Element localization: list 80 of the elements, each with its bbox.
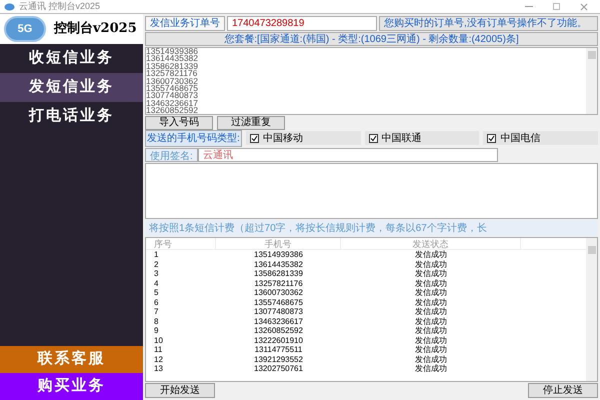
phone-number: 13557468675 (146, 85, 200, 92)
list-button[interactable]: 导入号码 (145, 116, 213, 130)
table-cell-text: 13114775511 (254, 345, 304, 354)
table-cell-text: 发信成功 (414, 354, 448, 364)
carrier-checkbox[interactable]: 中国移动 (246, 131, 361, 145)
scrollbar[interactable] (586, 48, 597, 114)
table-cell-text: 13077480873 (253, 307, 304, 316)
checkmark-icon (370, 134, 377, 142)
table-cell-text: 发信成功 (414, 336, 448, 345)
table-cell-text: 11 (153, 345, 164, 354)
number-list-box[interactable]: 13514939386 13614435382 13586281339 13257821176 13600730362 13557468675 13077480873 13463236617 13260852592 (145, 47, 598, 115)
table-cell-text: 13257821176 (253, 278, 304, 288)
phone-number: 13463236617 (146, 100, 200, 108)
cloud-icon (4, 2, 15, 11)
phone-number: 13260852592 (146, 107, 200, 114)
table-cell-text: 13921293552 (253, 354, 304, 364)
table-cell-text: 1 (153, 250, 160, 260)
table-cell-text: 发信成功 (414, 326, 448, 336)
table-cell-text: 13260852592 (253, 326, 304, 336)
sidebar-item[interactable]: 发短信业务 (0, 73, 143, 102)
signature-label: 使用签名: (145, 148, 198, 162)
phone-number: 13077480873 (146, 92, 200, 100)
table-cell-text: 13202750761 (253, 364, 304, 374)
table-cell-text: 发信成功 (414, 307, 448, 316)
phone-number: 13586281339 (146, 62, 200, 70)
message-field[interactable] (145, 163, 598, 219)
window-title: 云通讯 控制台v2025 (19, 0, 102, 13)
signature-field[interactable]: 云通讯 (198, 148, 498, 162)
table-cell-text: 发信成功 (414, 260, 448, 269)
phone-number: 13600730362 (146, 78, 200, 86)
table-cell-text: 13 (153, 364, 164, 374)
order-field[interactable]: 1740473289819 (227, 16, 377, 31)
table-cell-text: 8 (153, 316, 160, 326)
billing-note: 将按照1条短信计费（超过70字，将按长信规则计费，每条以67个字计费，长 (145, 220, 598, 236)
table-cell-text: 发信成功 (414, 364, 448, 374)
table-cell-text: 10 (153, 336, 164, 345)
table-cell-text: 9 (153, 326, 160, 336)
phone-number: 13614435382 (146, 55, 200, 63)
checkmark-icon (250, 134, 258, 142)
table-cell-text: 4 (153, 278, 160, 288)
table-cell-text: 13463236617 (253, 316, 304, 326)
phone-number: 13257821176 (146, 70, 198, 78)
table-cell-text: 13222601910 (253, 336, 304, 345)
table-cell-text: 发信成功 (414, 278, 448, 288)
table-cell-text: 13514939386 (253, 250, 304, 260)
table-cell-text: 13586281339 (253, 269, 304, 278)
table-cell-text: 5 (153, 288, 160, 298)
table-cell-text: 发信成功 (414, 298, 448, 307)
close-icon[interactable] (580, 2, 588, 10)
carrier-checkbox[interactable]: 中国电信 (483, 131, 598, 145)
table-cell-text: 发信成功 (414, 345, 448, 354)
table-cell-text: 13557468675 (253, 298, 304, 307)
order-label: 发信业务订单号 (145, 16, 225, 31)
table-cell-text: 3 (153, 269, 160, 278)
table-cell-text: 7 (153, 307, 160, 316)
table-cell-text: 发信成功 (414, 288, 448, 298)
checkmark-icon (488, 134, 496, 142)
sidebar-button[interactable]: 购买业务 (0, 373, 143, 400)
table-cell-text: 发信成功 (414, 316, 448, 326)
carrier-checkbox[interactable]: 中国联通 (364, 131, 480, 145)
order-hint: 您购买时的订单号,没有订单号操作不了功能。 (379, 16, 598, 31)
logo-title: 控制台v2025 (54, 20, 137, 38)
table-cell-text: 发信成功 (414, 250, 448, 260)
carrier-label: 发送的手机号码类型: (145, 130, 242, 146)
sidebar-button[interactable]: 联系客服 (0, 346, 143, 373)
table-cell-text: 6 (153, 298, 160, 307)
table-cell-text: 2 (153, 260, 160, 269)
table-cell-text: 12 (153, 354, 164, 364)
logo-badge: 5G (4, 16, 46, 42)
table-cell-text: 13600730362 (253, 288, 304, 298)
list-button[interactable]: 过滤重复 (217, 116, 285, 130)
scrollbar[interactable] (586, 238, 597, 381)
phone-number: 13514939386 (146, 48, 200, 56)
maximize-icon[interactable] (553, 3, 560, 10)
table-cell-text: 发信成功 (414, 269, 448, 278)
package-info: 您套餐:[国家通道:(韩国) - 类型:(1069三网通) - 剩余数量:(42005)条] (145, 32, 598, 46)
action-button[interactable]: 开始发送 (145, 383, 215, 398)
action-button[interactable]: 停止发送 (528, 383, 598, 398)
table-cell-text: 13614435382 (253, 260, 304, 269)
minimize-icon[interactable] (525, 6, 533, 7)
